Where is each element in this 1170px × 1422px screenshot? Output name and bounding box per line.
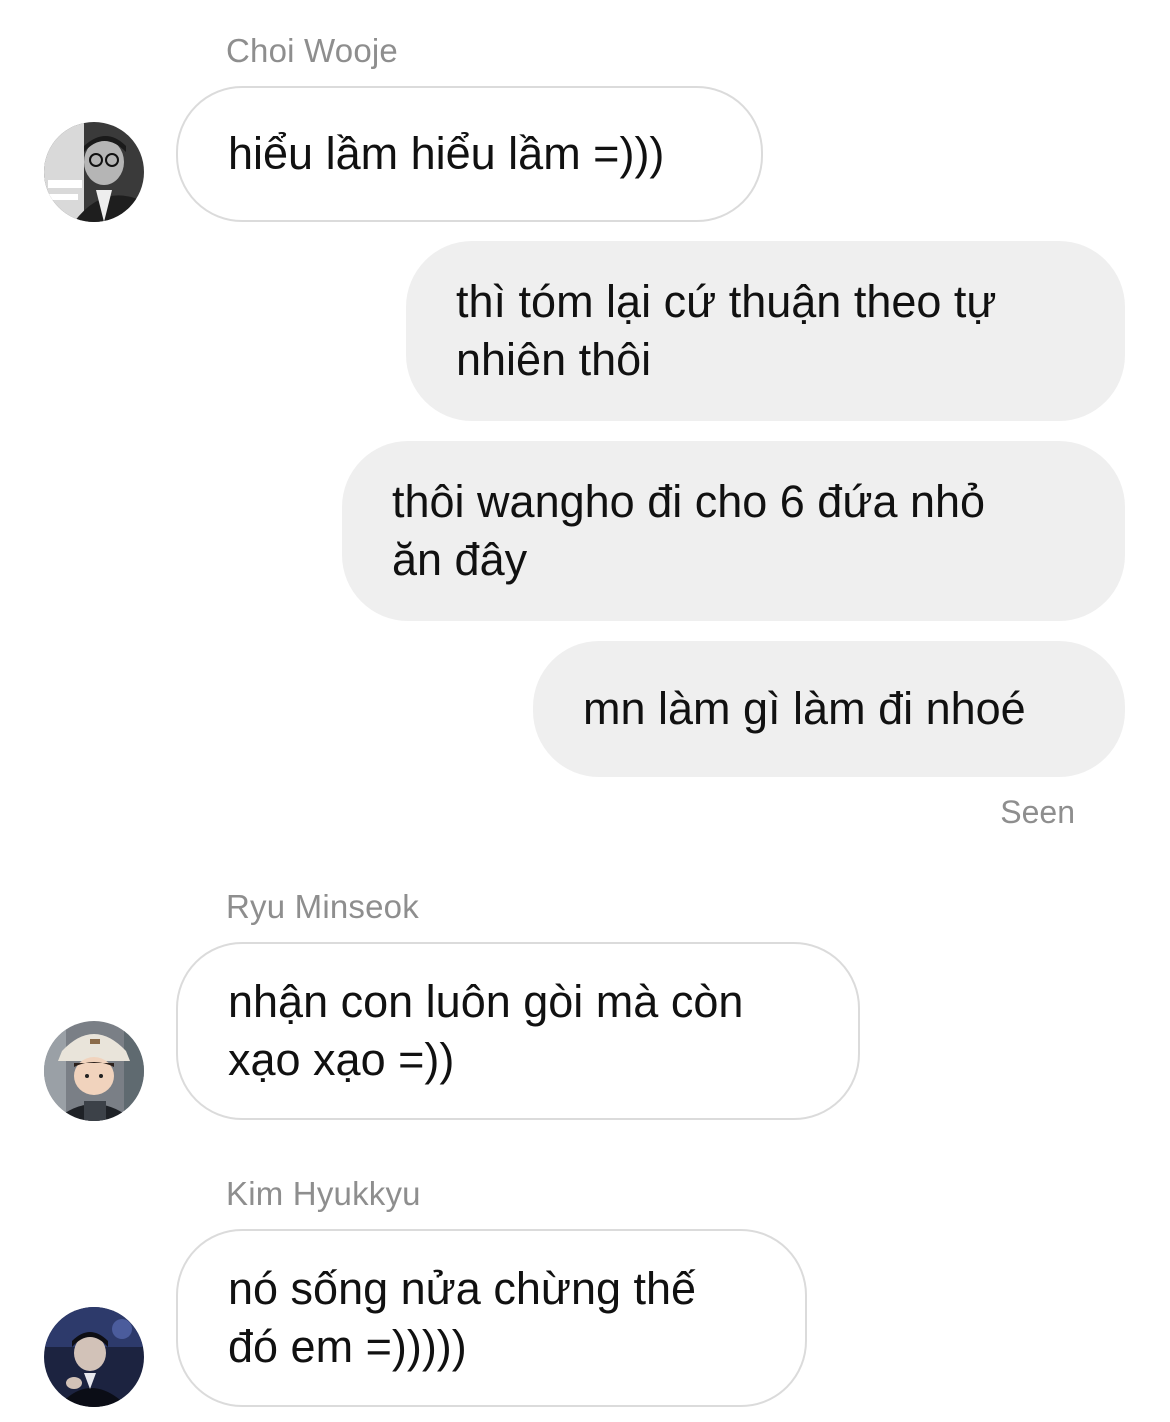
message-text: mn làm gì làm đi nhoé — [583, 683, 1026, 734]
message-bubble-outgoing[interactable]: mn làm gì làm đi nhoé — [533, 641, 1125, 777]
message-text-line2: ăn đây — [392, 534, 528, 585]
message-text-line1: nó sống nửa chừng thế — [228, 1263, 697, 1314]
message-bubble-incoming[interactable]: nhận con luôn gòi mà còn xạo xạo =)) — [176, 942, 860, 1120]
message-text-line2: đó em =))))) — [228, 1321, 467, 1372]
message-text-line1: thôi wangho đi cho 6 đứa nhỏ — [392, 476, 986, 527]
avatar-choi-wooje-icon[interactable] — [44, 122, 144, 222]
message-bubble-incoming[interactable]: nó sống nửa chừng thế đó em =))))) — [176, 1229, 807, 1407]
message-text: hiểu lầm hiểu lầm =))) — [228, 128, 665, 179]
message-text-line1: nhận con luôn gòi mà còn — [228, 976, 744, 1027]
avatar-ryu-minseok-icon[interactable] — [44, 1021, 144, 1121]
avatar-kim-hyukkyu-icon[interactable] — [44, 1307, 144, 1407]
message-bubble-incoming[interactable]: hiểu lầm hiểu lầm =))) — [176, 86, 763, 222]
message-text-line2: xạo xạo =)) — [228, 1034, 455, 1085]
message-bubble-outgoing[interactable]: thôi wangho đi cho 6 đứa nhỏ ăn đây — [342, 441, 1125, 621]
seen-status: Seen — [1000, 794, 1075, 830]
sender-name-ryu-minseok: Ryu Minseok — [226, 888, 419, 925]
sender-name-choi-wooje: Choi Wooje — [226, 32, 398, 69]
sender-name-kim-hyukkyu: Kim Hyukkyu — [226, 1175, 421, 1212]
message-text-line1: thì tóm lại cứ thuận theo tự — [456, 276, 997, 327]
message-bubble-outgoing[interactable]: thì tóm lại cứ thuận theo tự nhiên thôi — [406, 241, 1125, 421]
message-text-line2: nhiên thôi — [456, 334, 652, 385]
